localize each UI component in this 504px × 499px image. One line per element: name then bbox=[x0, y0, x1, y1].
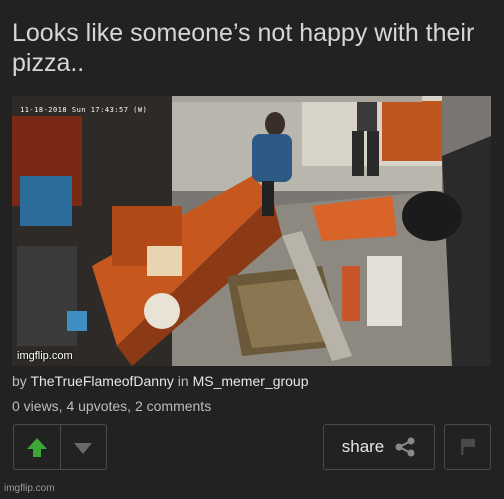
vote-box bbox=[13, 424, 107, 470]
share-icon bbox=[395, 437, 415, 457]
down-arrow-icon bbox=[74, 443, 93, 454]
byline: by TheTrueFlameofDanny in MS_memer_group bbox=[12, 373, 309, 389]
post-title: Looks like someone’s not happy with thei… bbox=[12, 19, 475, 77]
byline-in: in bbox=[177, 373, 189, 389]
byline-prefix: by bbox=[12, 373, 27, 389]
image-watermark: imgflip.com bbox=[17, 350, 73, 362]
post-stats: 0 views, 4 upvotes, 2 comments bbox=[12, 398, 212, 414]
camera-timestamp: 11-18-2018 Sun 17:43:57 (W) bbox=[20, 106, 148, 114]
author-link[interactable]: TheTrueFlameofDanny bbox=[30, 373, 173, 389]
share-button[interactable]: share bbox=[323, 424, 435, 470]
group-link[interactable]: MS_memer_group bbox=[193, 373, 309, 389]
flag-icon bbox=[460, 439, 475, 455]
share-label: share bbox=[341, 437, 385, 456]
downvote-button[interactable] bbox=[59, 425, 107, 469]
upvote-button[interactable] bbox=[14, 425, 60, 469]
security-camera-scene bbox=[12, 96, 491, 366]
flag-button[interactable] bbox=[444, 424, 491, 470]
up-arrow-icon bbox=[26, 438, 47, 457]
post-image[interactable]: 11-18-2018 Sun 17:43:57 (W) imgflip.com bbox=[12, 96, 491, 366]
footer-watermark: imgflip.com bbox=[4, 483, 55, 494]
